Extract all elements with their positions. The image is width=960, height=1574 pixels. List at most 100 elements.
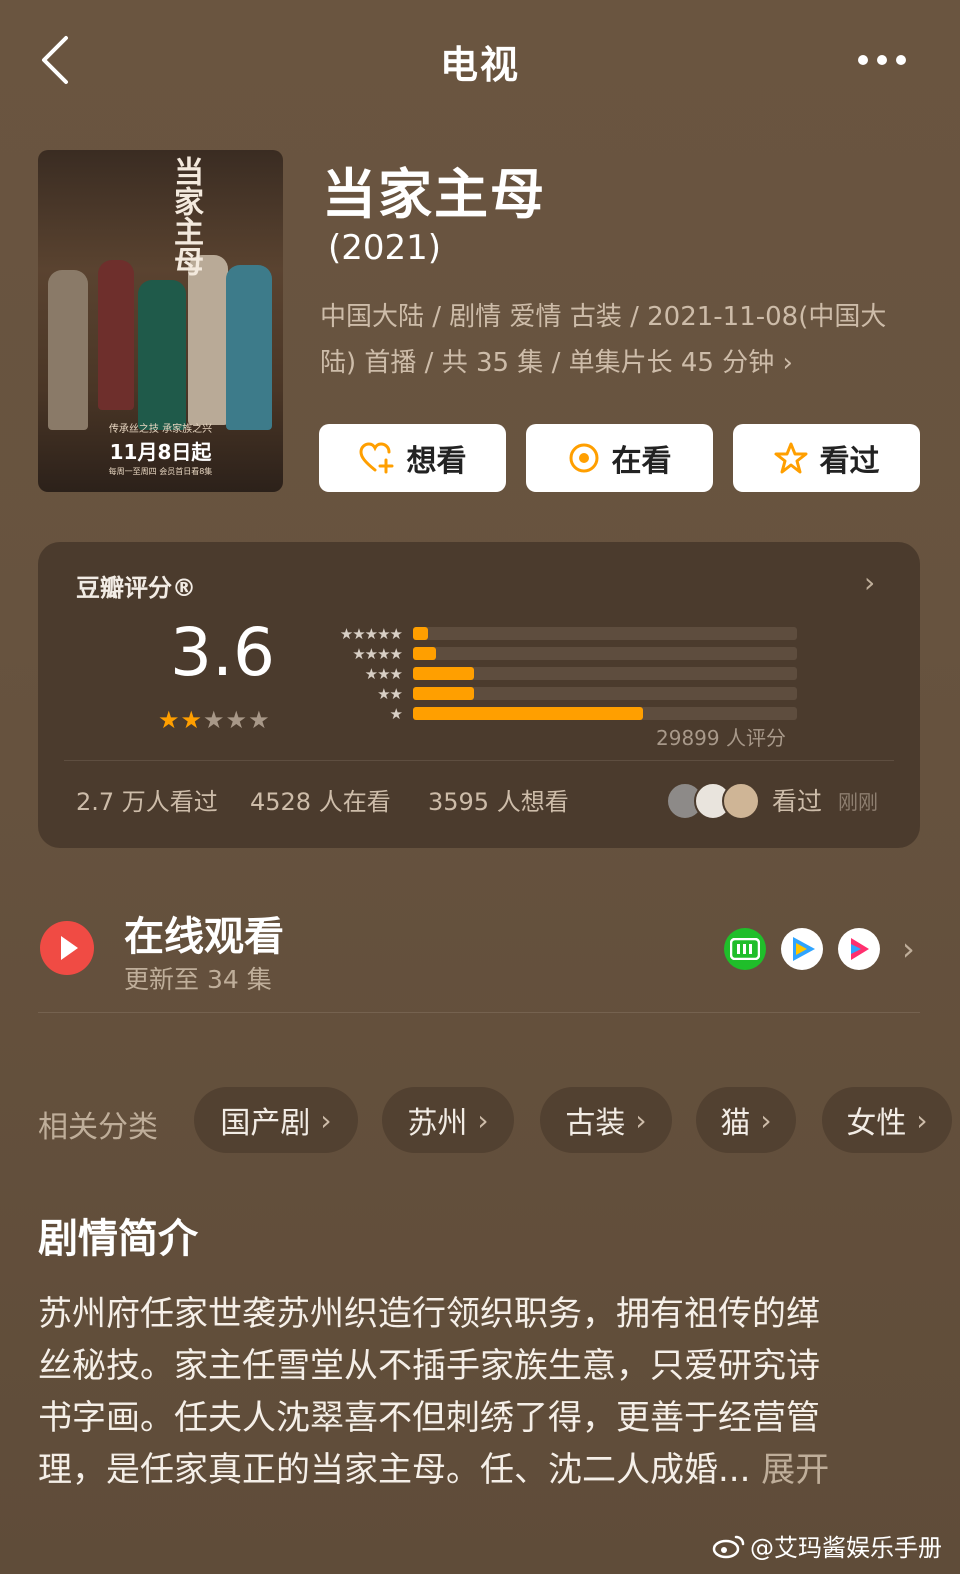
star-row-4: ★★★★ [352,645,403,663]
poster-subtitle: 传承丝之技 承家族之兴 [108,424,213,435]
rating-bar-2 [413,687,797,700]
chevron-right-icon: › [782,348,793,378]
tag-label: 国产剧 [220,1106,311,1141]
tencent-video-logo [793,937,815,961]
poster-figure [188,255,228,425]
star-row-5: ★★★★★ [339,625,403,643]
synopsis-line: 苏州府任家世袭苏州织造行领织职务，拥有祖传的缂 [38,1294,820,1334]
rating-label: 豆瓣评分® [76,574,196,602]
show-meta-line: 中国大陆 / 剧情 爱情 古装 / 2021-11-08(中国大 [320,302,887,332]
rating-bar-fill [413,707,644,720]
want-count: 3595 人想看 [428,788,569,816]
tag-label: 古装 [565,1106,626,1141]
chevron-right-icon[interactable]: › [864,566,875,599]
categories-label: 相关分类 [38,1110,158,1145]
page-title: 电视 [439,43,520,87]
poster-figure [98,260,134,410]
watermark: @艾玛酱娱乐手册 [712,1528,942,1563]
star-row-2: ★★ [377,685,403,703]
synopsis-line-last: 理，是任家真正的当家主母。任、沈二人成婚... 展开 [38,1444,918,1496]
tag-label: 猫 [720,1106,751,1141]
tag-suzhou[interactable]: 苏州 › [382,1087,514,1153]
watched-button[interactable]: 看过 [733,424,920,492]
star-filled-icon: ★ [158,706,181,734]
more-button[interactable] [850,40,914,80]
tag-costume[interactable]: 古装 › [540,1087,672,1153]
synopsis-title: 剧情简介 [38,1216,198,1262]
tag-domestic-drama[interactable]: 国产剧 › [194,1087,358,1153]
friend-time: 刚刚 [838,790,878,814]
more-dot [896,55,906,65]
rating-bar-3 [413,667,797,680]
avatar [722,782,760,820]
rating-bar-fill [413,687,475,700]
rating-bar-4 [413,647,797,660]
online-watch-subtitle: 更新至 34 集 [124,965,272,994]
rating-card[interactable]: 豆瓣评分® › 3.6 ★★★★★ ★★★★★ ★★★★ ★★★ ★★ ★ 29… [38,542,920,848]
online-watch-title[interactable]: 在线观看 [124,904,284,962]
youku-icon[interactable] [838,928,880,970]
star-empty-icon: ★ [248,706,271,734]
watching-button[interactable]: 在看 [526,424,713,492]
watched-label: 看过 [819,444,880,479]
poster-image[interactable]: 当家主母 传承丝之技 承家族之兴 11月8日起 每周一至周四 会员首日看8集 [38,150,283,492]
show-year: (2021) [328,228,442,268]
more-dot [877,55,887,65]
more-dots-icon [858,55,868,65]
poster-figure [226,265,272,430]
show-meta[interactable]: 中国大陆 / 剧情 爱情 古装 / 2021-11-08(中国大 陆) 首播 /… [320,294,920,386]
expand-link[interactable]: 展开 [761,1450,829,1490]
watching-count: 4528 人在看 [250,788,391,816]
poster-title: 当家主母 [168,156,203,276]
star-empty-icon: ★ [203,706,226,734]
star-outline-icon [774,442,807,474]
watched-count: 2.7 万人看过 [76,788,218,816]
rating-bar-fill [413,647,437,660]
rating-score: 3.6 [170,614,275,691]
chevron-right-icon: › [760,1103,772,1137]
rating-count: 29899 人评分 [656,726,786,750]
chevron-right-icon: › [477,1103,489,1137]
show-meta-text: 陆) 首播 / 共 35 集 / 单集片长 45 分钟 [320,348,775,378]
iqiyi-icon[interactable] [724,928,766,970]
target-circle-icon [569,443,598,473]
divider [38,1012,920,1013]
synopsis-line: 书字画。任夫人沈翠喜不但刺绣了得，更善于经营管 [38,1398,820,1438]
star-empty-icon: ★ [225,706,249,734]
star-row-1: ★ [389,705,403,723]
divider [64,760,894,761]
poster-figure [48,270,88,430]
tag-label: 苏州 [407,1106,468,1141]
show-title: 当家主母 [322,163,546,226]
star-filled-icon: ★ [180,706,204,734]
iqiyi-logo [730,938,760,960]
want-to-watch-label: 想看 [406,444,467,479]
rating-bar-1 [413,707,797,720]
tag-label: 女性 [846,1106,907,1141]
rating-bar-fill [413,667,475,680]
rating-bar-fill [413,627,429,640]
poster-figure [138,280,186,430]
chevron-right-icon: › [635,1103,647,1137]
chevron-right-icon[interactable]: › [902,930,915,968]
synopsis-text: 苏州府任家世袭苏州织造行领织职务，拥有祖传的缂 丝秘技。家主任雪堂从不插手家族生… [38,1288,918,1496]
tag-female[interactable]: 女性 › [822,1087,952,1153]
poster-date: 11月8日起 [109,440,212,464]
chevron-right-icon: › [320,1103,332,1137]
star-row-3: ★★★ [364,665,403,683]
tencent-video-icon[interactable] [781,928,823,970]
friend-action: 看过 [772,787,823,816]
weibo-icon [712,1535,745,1558]
heart-plus-icon [358,442,393,474]
chevron-right-icon: › [916,1103,928,1137]
play-icon[interactable] [40,921,94,975]
friend-avatars[interactable] [666,782,762,820]
rating-stars: ★★★★★ [158,706,271,734]
show-meta-line-2: 陆) 首播 / 共 35 集 / 单集片长 45 分钟 › [320,340,920,386]
tag-cat[interactable]: 猫 › [696,1087,796,1153]
synopsis-line: 丝秘技。家主任雪堂从不插手家族生意，只爱研究诗 [38,1346,820,1386]
synopsis-line: 理，是任家真正的当家主母。任、沈二人成婚... [38,1450,751,1490]
poster-note: 每周一至周四 会员首日看8集 [108,467,213,476]
want-to-watch-button[interactable]: 想看 [319,424,506,492]
watching-label: 在看 [611,444,672,479]
